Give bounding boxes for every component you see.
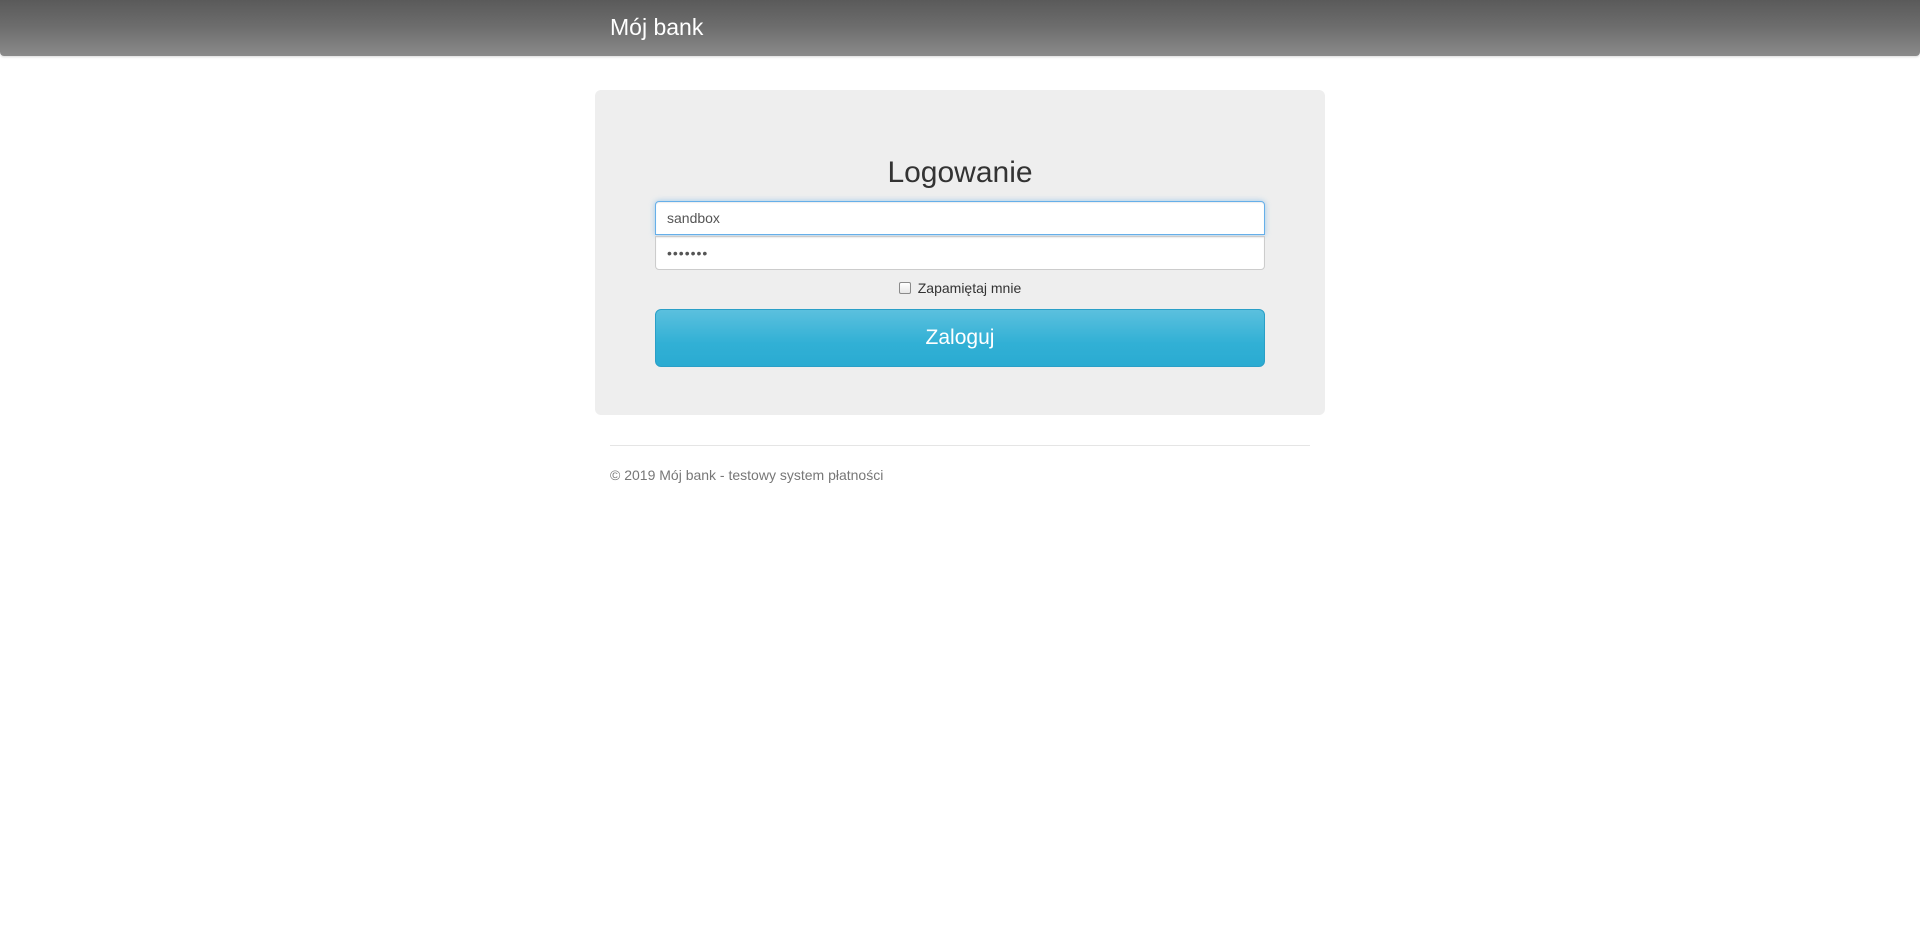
password-mask: ••••••• xyxy=(667,245,709,261)
remember-me-checkbox[interactable] xyxy=(898,282,911,294)
footer-divider xyxy=(610,445,1310,446)
login-heading: Logowanie xyxy=(887,156,1033,189)
remember-me-row: Zapamiętaj mnie xyxy=(0,280,1920,297)
footer-text: © 2019 Mój bank - testowy system płatnoś… xyxy=(610,467,884,483)
remember-me-label[interactable]: Zapamiętaj mnie xyxy=(898,280,1022,296)
password-input[interactable]: ••••••• xyxy=(655,236,1265,270)
brand-link[interactable]: Mój bank xyxy=(610,16,703,39)
remember-me-text: Zapamiętaj mnie xyxy=(917,280,1022,296)
top-navbar: Mój bank xyxy=(0,0,1920,56)
username-input[interactable] xyxy=(655,201,1265,235)
login-button[interactable]: Zaloguj xyxy=(655,309,1265,367)
